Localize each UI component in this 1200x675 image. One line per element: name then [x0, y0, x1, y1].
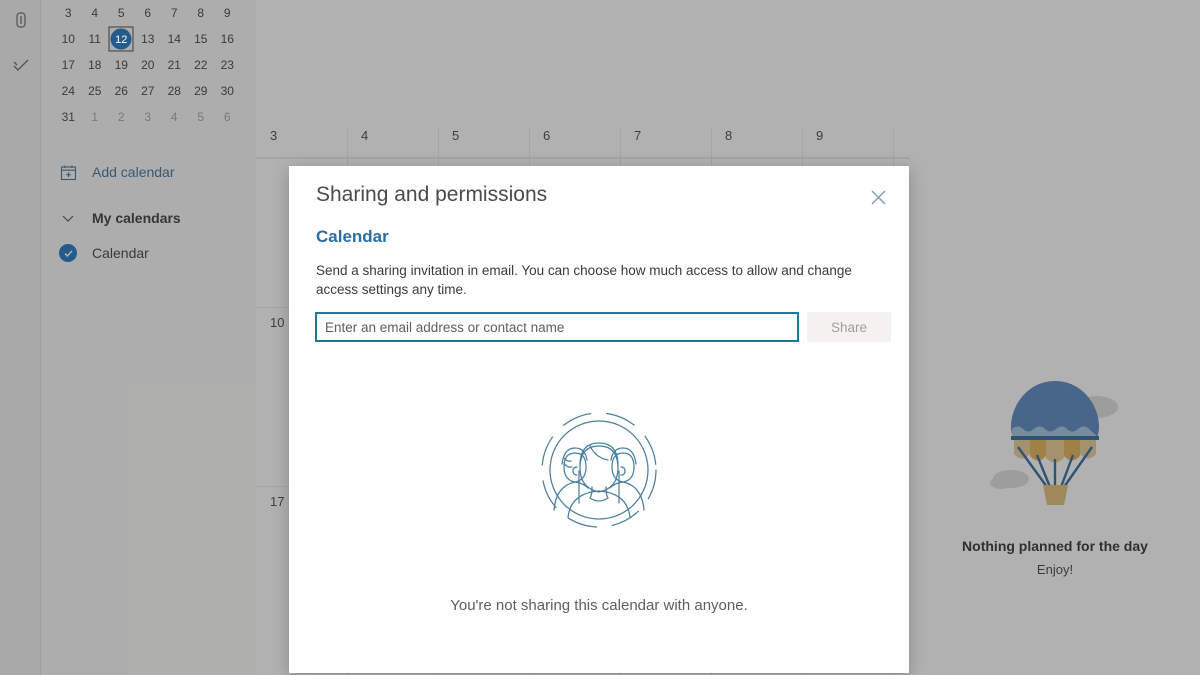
share-button[interactable]: Share	[807, 312, 891, 342]
empty-sharing-message: You're not sharing this calendar with an…	[450, 597, 748, 614]
day-number: 12	[115, 33, 128, 46]
dialog-title: Sharing and permissions	[316, 183, 548, 206]
people-group-illustration	[540, 411, 658, 534]
share-invite-row: Share	[315, 312, 891, 342]
empty-sharing-state: You're not sharing this calendar with an…	[289, 411, 909, 614]
mini-calendar-day-selected[interactable]: 12	[108, 26, 135, 53]
share-email-input[interactable]	[315, 312, 799, 342]
close-icon[interactable]	[863, 182, 893, 212]
dialog-calendar-name: Calendar	[316, 227, 389, 246]
dialog-description: Send a sharing invitation in email. You …	[316, 263, 852, 297]
sharing-permissions-dialog: Sharing and permissions Calendar Send a …	[289, 166, 909, 673]
outlook-calendar-app: 3 4 5 6 7 8 9 10 11 12 13 14 15 16 17 18…	[0, 0, 1200, 675]
